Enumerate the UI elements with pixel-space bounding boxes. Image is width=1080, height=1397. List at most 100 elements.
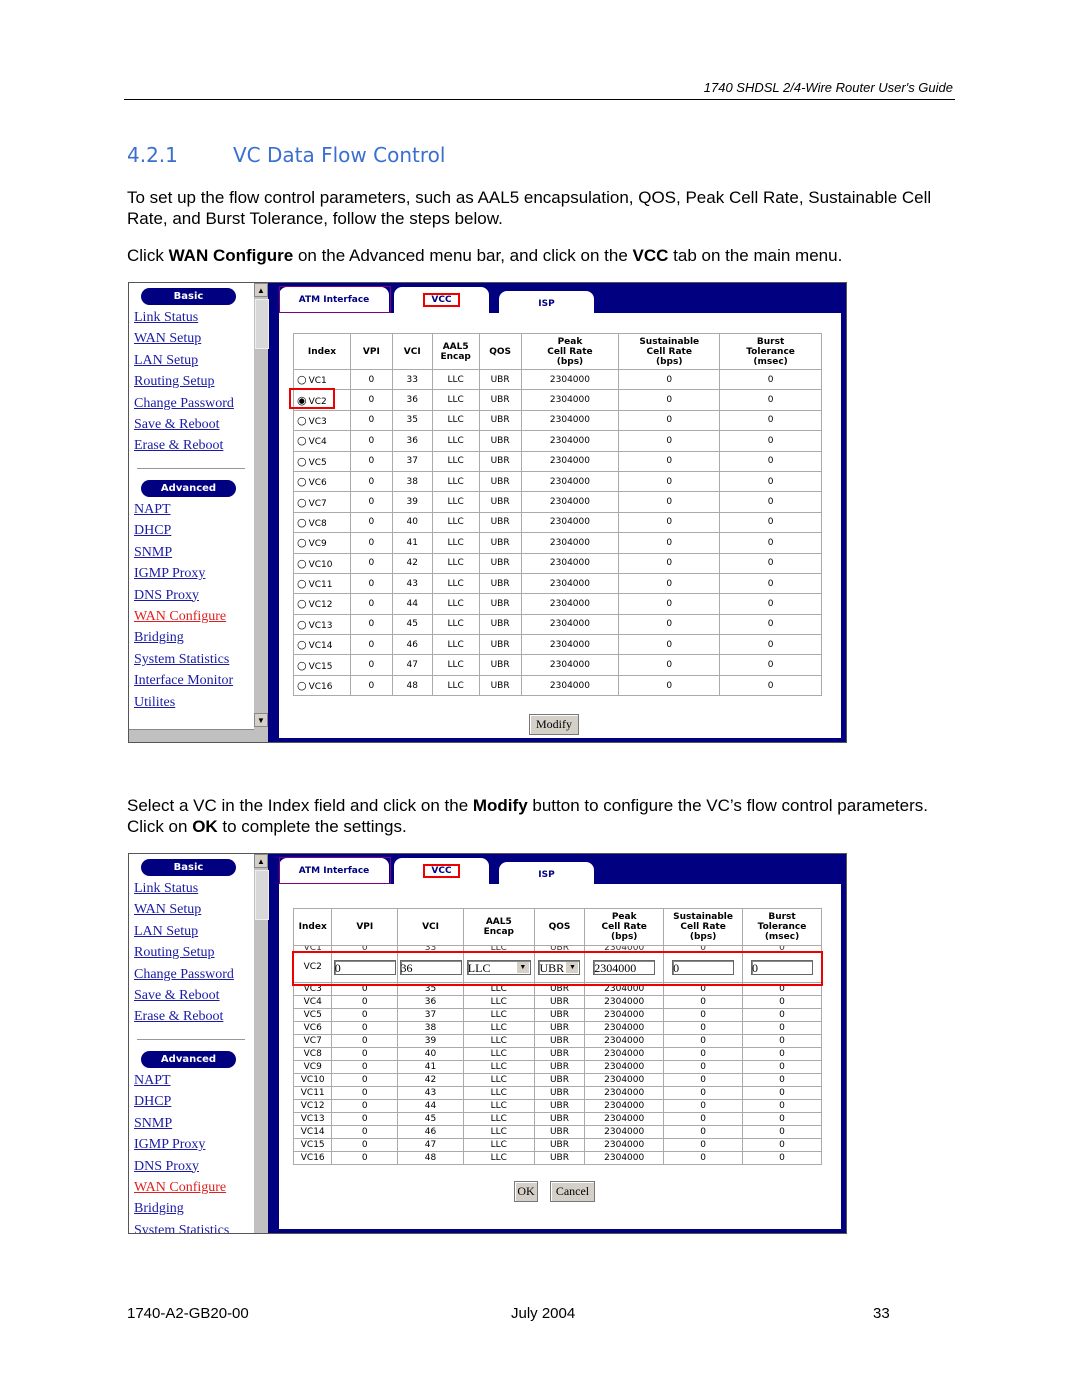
table-row[interactable]: ○ VC11 0 43 LLC UBR 2304000 0 0 [293,572,822,595]
sidebar-link-utilites[interactable]: Utilites [134,695,175,711]
sidebar-link-change-password[interactable]: Change Password [134,396,234,412]
sidebar-link-dns-proxy[interactable]: DNS Proxy [134,588,199,604]
sidebar-link-lan-setup[interactable]: LAN Setup [134,353,198,369]
table-row[interactable]: ○ VC10 0 42 LLC UBR 2304000 0 0 [293,552,822,574]
sidebar-link-napt[interactable]: NAPT [134,502,171,518]
cell-vci: 37 [391,450,433,472]
scroll-down-icon[interactable]: ▼ [254,713,268,727]
sidebar-link-link-status[interactable]: Link Status [134,310,198,326]
radio-vc13[interactable]: ○ [297,618,307,631]
cell-index: ○ VC1 [293,368,351,391]
radio-vc14[interactable]: ○ [297,638,307,651]
sidebar-link-napt[interactable]: NAPT [134,1073,171,1089]
cell-aal5-encap: LLC [431,674,480,697]
table-row[interactable]: ○ VC12 0 44 LLC UBR 2304000 0 0 [293,593,822,615]
table-row[interactable]: ○ VC16 0 48 LLC UBR 2304000 0 0 [293,674,822,697]
sidebar-link-save-reboot[interactable]: Save & Reboot [134,417,220,433]
column-header-sustainable-cell-rate-bps: Sustainable Cell Rate (bps) [663,908,744,946]
sidebar-link-wan-setup[interactable]: WAN Setup [134,331,201,347]
sidebar-scrollbar[interactable]: ▲ ▼ [254,283,269,742]
sidebar-link-routing-setup[interactable]: Routing Setup [134,374,215,390]
cancel-button[interactable]: Cancel [550,1181,595,1202]
table-row[interactable]: ○ VC9 0 41 LLC UBR 2304000 0 0 [293,532,822,554]
sidebar-link-system-statistics[interactable]: System Statistics [134,1223,229,1233]
sidebar-link-wan-configure[interactable]: WAN Configure [134,609,226,625]
sidebar-link-dhcp[interactable]: DHCP [134,1094,171,1110]
index-label: VC11 [308,580,333,591]
section-number: 4.2.1 [127,143,178,167]
radio-vc9[interactable]: ○ [297,536,307,549]
scrollbar-thumb[interactable] [255,299,269,349]
tab-isp[interactable]: ISP [499,862,594,888]
cell-sustainable-cell-rate-bps: 0 [663,995,744,1009]
radio-vc15[interactable]: ○ [297,659,307,672]
radio-vc12[interactable]: ○ [297,597,307,610]
column-header-burst-tolerance-msec: Burst Tolerance (msec) [742,908,822,946]
index-label: VC14 [308,641,333,652]
tab-vcc[interactable]: VCC [394,287,489,313]
sidebar-link-dns-proxy[interactable]: DNS Proxy [134,1159,199,1175]
radio-vc10[interactable]: ○ [297,557,307,570]
tab-vcc[interactable]: VCC [394,858,489,884]
sidebar-link-bridging[interactable]: Bridging [134,630,184,646]
scroll-up-icon[interactable]: ▲ [254,283,268,297]
tab-isp[interactable]: ISP [499,291,594,317]
cell-aal5-encap: LLC [431,511,480,534]
radio-vc3[interactable]: ○ [297,414,307,427]
radio-vc1[interactable]: ○ [297,373,307,386]
sidebar-link-igmp-proxy[interactable]: IGMP Proxy [134,1137,205,1153]
screenshot-vcc-list: Basic Link Status WAN Setup LAN Setup Routin… [128,282,847,743]
radio-vc11[interactable]: ○ [297,577,307,590]
ok-button[interactable]: OK [514,1181,538,1202]
sidebar-link-system-statistics[interactable]: System Statistics [134,652,229,668]
table-row[interactable]: ○ VC8 0 40 LLC UBR 2304000 0 0 [293,511,822,534]
table-row[interactable]: ○ VC3 0 35 LLC UBR 2304000 0 0 [293,409,822,432]
cell-index: VC8 [292,1047,333,1061]
table-row[interactable]: ○ VC15 0 47 LLC UBR 2304000 0 0 [293,654,822,676]
index-label: VC13 [308,620,333,631]
table-row[interactable]: ○ VC1 0 33 LLC UBR 2304000 0 0 [293,368,822,391]
table-row[interactable]: ○ VC4 0 36 LLC UBR 2304000 0 0 [293,430,822,452]
cell-burst-tolerance-msec: 0 [719,654,822,676]
horizontal-scrollbar[interactable] [129,729,254,742]
sidebar-link-erase-reboot[interactable]: Erase & Reboot [134,438,223,454]
sidebar-link-wan-setup[interactable]: WAN Setup [134,902,201,918]
table-row[interactable]: ○ VC5 0 37 LLC UBR 2304000 0 0 [293,450,822,472]
cell-vpi: 0 [331,1060,399,1074]
cell-vci: 40 [397,1047,464,1061]
table-row[interactable]: ◉ VC2 0 36 LLC UBR 2304000 0 0 [289,388,822,411]
column-header-sustainable-cell-rate-bps: Sustainable Cell Rate (bps) [618,333,721,370]
sidebar-link-link-status[interactable]: Link Status [134,881,198,897]
radio-vc8[interactable]: ○ [297,516,307,529]
sidebar-link-dhcp[interactable]: DHCP [134,523,171,539]
radio-vc7[interactable]: ○ [297,496,307,509]
sidebar-link-interface-monitor[interactable]: Interface Monitor [134,673,233,689]
radio-vc6[interactable]: ○ [297,475,307,488]
radio-vc4[interactable]: ○ [297,434,307,447]
scrollbar-thumb[interactable] [255,870,269,920]
table-row[interactable]: ○ VC7 0 39 LLC UBR 2304000 0 0 [293,491,822,513]
cell-burst-tolerance-msec: 0 [742,995,822,1009]
table-row[interactable]: ○ VC6 0 38 LLC UBR 2304000 0 0 [293,470,822,493]
sidebar-link-change-password[interactable]: Change Password [134,967,234,983]
sidebar-link-snmp[interactable]: SNMP [134,545,172,561]
sidebar-link-erase-reboot[interactable]: Erase & Reboot [134,1009,223,1025]
table-row[interactable]: ○ VC13 0 45 LLC UBR 2304000 0 0 [293,613,822,636]
cell-index: VC15 [292,1138,333,1152]
table-row[interactable]: ○ VC14 0 46 LLC UBR 2304000 0 0 [293,634,822,656]
sidebar-link-save-reboot[interactable]: Save & Reboot [134,988,220,1004]
modify-button[interactable]: Modify [529,714,579,735]
sidebar-link-routing-setup[interactable]: Routing Setup [134,945,215,961]
sidebar-link-snmp[interactable]: SNMP [134,1116,172,1132]
cell-burst-tolerance-msec: 0 [719,532,822,554]
scroll-up-icon[interactable]: ▲ [254,854,268,868]
sidebar-link-wan-configure[interactable]: WAN Configure [134,1180,226,1196]
sidebar-link-lan-setup[interactable]: LAN Setup [134,924,198,940]
sidebar-link-bridging[interactable]: Bridging [134,1201,184,1217]
sidebar-scrollbar[interactable]: ▲ [254,854,269,1233]
cell-burst-tolerance-msec: 0 [742,1008,822,1022]
cell-sustainable-cell-rate-bps: 0 [663,1112,744,1126]
sidebar-link-igmp-proxy[interactable]: IGMP Proxy [134,566,205,582]
radio-vc16[interactable]: ○ [297,679,307,692]
radio-vc5[interactable]: ○ [297,455,307,468]
